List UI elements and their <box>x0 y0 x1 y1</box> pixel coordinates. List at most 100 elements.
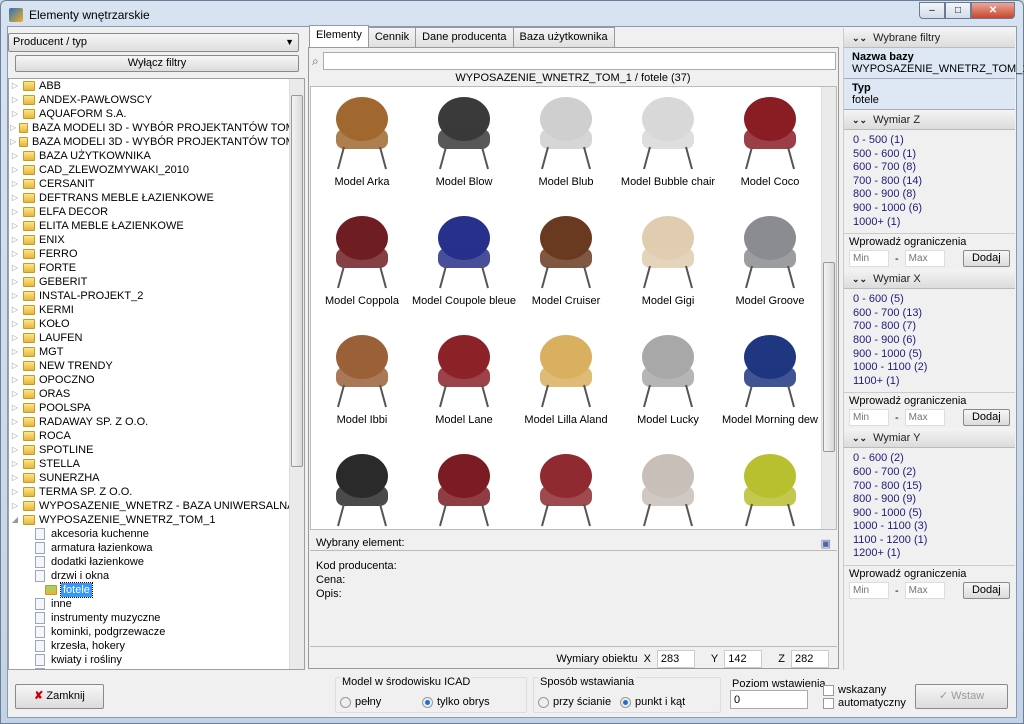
range-link[interactable]: 700 - 800 (7) <box>853 320 1006 334</box>
tree-folder[interactable]: ▷ BAZA UŻYTKOWNIKA <box>9 149 304 163</box>
range-link[interactable]: 1000+ (1) <box>853 216 1006 230</box>
add-button[interactable]: Dodaj <box>962 409 1010 427</box>
expand-icon[interactable]: ▷ <box>9 191 21 205</box>
expand-icon[interactable]: ▷ <box>9 219 21 233</box>
product-item[interactable]: Model Cruiser <box>515 206 617 325</box>
filter-group-header[interactable]: ⌄⌄ Wymiar X <box>844 269 1015 290</box>
expand-icon[interactable]: ▷ <box>9 331 21 345</box>
expand-icon[interactable]: ▷ <box>9 345 21 359</box>
tree-folder[interactable]: ▷ OPOCZNO <box>9 373 304 387</box>
range-link[interactable]: 0 - 600 (2) <box>853 452 1006 466</box>
tree-folder[interactable]: ▷ FORTE <box>9 261 304 275</box>
tree-folder[interactable]: ▷ BAZA MODELI 3D - WYBÓR PROJEKTANTÓW TOM… <box>9 121 304 135</box>
min-input[interactable] <box>849 250 889 268</box>
insert-button[interactable]: ✓ Wstaw <box>915 684 1008 709</box>
range-link[interactable]: 1200+ (1) <box>853 547 1006 561</box>
tree-category[interactable]: kominki, podgrzewacze <box>9 625 304 639</box>
range-link[interactable]: 700 - 800 (15) <box>853 480 1006 494</box>
min-input[interactable] <box>849 582 889 600</box>
range-link[interactable]: 0 - 600 (5) <box>853 293 1006 307</box>
range-link[interactable]: 900 - 1000 (5) <box>853 348 1006 362</box>
expand-icon[interactable]: ▷ <box>9 401 21 415</box>
tree-category[interactable]: krzesła, hokery <box>9 639 304 653</box>
product-item[interactable] <box>719 444 821 529</box>
tree-category[interactable]: inne <box>9 597 304 611</box>
add-button[interactable]: Dodaj <box>962 250 1010 268</box>
tree-category[interactable]: kwiaty i rośliny <box>9 653 304 667</box>
range-link[interactable]: 1000 - 1100 (3) <box>853 520 1006 534</box>
tree-category[interactable]: dodatki łazienkowe <box>9 555 304 569</box>
range-link[interactable]: 500 - 600 (1) <box>853 148 1006 162</box>
tree-folder[interactable]: ▷ TERMA SP. Z O.O. <box>9 485 304 499</box>
tree-folder[interactable]: ▷ POOLSPA <box>9 401 304 415</box>
radio-wall[interactable]: przy ścianie <box>538 696 611 708</box>
expand-icon[interactable]: ▷ <box>9 261 21 275</box>
tree-folder[interactable]: ▷ WYPOSAZENIE_WNETRZ - BAZA UNIWERSALNA <box>9 499 304 513</box>
expand-icon[interactable]: ▷ <box>9 387 21 401</box>
product-item[interactable]: Model Lilla Aland <box>515 325 617 444</box>
product-item[interactable]: Model Groove <box>719 206 821 325</box>
radio-point[interactable]: punkt i kąt <box>620 696 685 708</box>
tab-0[interactable]: Elementy <box>309 25 369 47</box>
tree-folder[interactable]: ▷ CERSANIT <box>9 177 304 191</box>
radio-full[interactable]: pełny <box>340 696 381 708</box>
tree-folder[interactable]: ▷ INSTAL-PROJEKT_2 <box>9 289 304 303</box>
dim-z-field[interactable] <box>791 650 829 668</box>
range-link[interactable]: 900 - 1000 (5) <box>853 507 1006 521</box>
preview-icon[interactable]: ▣ <box>821 537 831 550</box>
disable-filters-button[interactable]: Wyłącz filtry <box>15 55 299 72</box>
tree-folder[interactable]: ▷ KOŁO <box>9 317 304 331</box>
tree-folder[interactable]: ▷ STELLA <box>9 457 304 471</box>
product-item[interactable]: Model Arka <box>311 87 413 206</box>
minimize-button[interactable]: – <box>919 2 945 19</box>
grid-scrollbar[interactable] <box>821 87 836 529</box>
tree-folder[interactable]: ▷ MGT <box>9 345 304 359</box>
tree-folder[interactable]: ▷ KERMI <box>9 303 304 317</box>
range-link[interactable]: 800 - 900 (6) <box>853 334 1006 348</box>
max-input[interactable] <box>904 409 945 427</box>
expand-icon[interactable]: ▷ <box>9 359 21 373</box>
expand-icon[interactable]: ▷ <box>9 107 21 121</box>
product-item[interactable]: Model Coupole bleue <box>412 206 516 325</box>
tree-folder[interactable]: ▷ ROCA <box>9 429 304 443</box>
tree-category[interactable]: armatura łazienkowa <box>9 541 304 555</box>
max-input[interactable] <box>904 582 945 600</box>
tab-3[interactable]: Baza użytkownika <box>512 27 615 47</box>
dim-x-field[interactable] <box>656 650 695 668</box>
expand-icon[interactable]: ▷ <box>9 289 21 303</box>
range-link[interactable]: 600 - 700 (8) <box>853 161 1006 175</box>
filter-group-header[interactable]: ⌄⌄ Wymiar Z <box>844 110 1015 130</box>
product-item[interactable] <box>515 444 617 529</box>
add-button[interactable]: Dodaj <box>962 582 1010 600</box>
expand-icon[interactable]: ▷ <box>9 471 21 485</box>
expand-icon[interactable]: ▷ <box>9 457 21 471</box>
group-by-dropdown[interactable]: Producent / typ ▼ <box>8 33 299 52</box>
collapse-icon[interactable]: ◢ <box>9 513 21 527</box>
radio-outline[interactable]: tylko obrys <box>422 696 490 708</box>
tree-folder[interactable]: ▷ BAZA MODELI 3D - WYBÓR PROJEKTANTÓW TOM… <box>9 135 304 149</box>
expand-icon[interactable]: ▷ <box>9 205 21 219</box>
search-input[interactable] <box>322 52 836 70</box>
tree-category[interactable]: lampy podłogowe <box>9 667 304 669</box>
range-link[interactable]: 0 - 500 (1) <box>853 134 1006 148</box>
tree-scrollbar[interactable] <box>289 79 304 669</box>
dim-y-field[interactable] <box>724 650 763 668</box>
tab-2[interactable]: Dane producenta <box>415 27 514 47</box>
tree-folder[interactable]: ▷ ENIX <box>9 233 304 247</box>
tree-category[interactable]: fotele <box>9 582 304 598</box>
tree-folder[interactable]: ▷ ELFA DECOR <box>9 205 304 219</box>
expand-icon[interactable]: ▷ <box>9 121 17 135</box>
tab-1[interactable]: Cennik <box>367 27 417 47</box>
product-item[interactable]: Model Lane <box>413 325 515 444</box>
product-item[interactable]: Model Blub <box>515 87 617 206</box>
checkbox-automatic[interactable]: automatyczny <box>823 697 906 709</box>
tree-folder[interactable]: ▷ NEW TRENDY <box>9 359 304 373</box>
min-input[interactable] <box>849 409 889 427</box>
expand-icon[interactable]: ▷ <box>9 317 21 331</box>
tree-folder[interactable]: ▷ SPOTLINE <box>9 443 304 457</box>
tree-folder[interactable]: ▷ LAUFEN <box>9 331 304 345</box>
expand-icon[interactable]: ▷ <box>9 275 21 289</box>
range-link[interactable]: 1000 - 1100 (2) <box>853 361 1006 375</box>
range-link[interactable]: 700 - 800 (14) <box>853 175 1006 189</box>
selected-filters-header[interactable]: ⌄⌄ Wybrane filtry <box>844 28 1015 48</box>
